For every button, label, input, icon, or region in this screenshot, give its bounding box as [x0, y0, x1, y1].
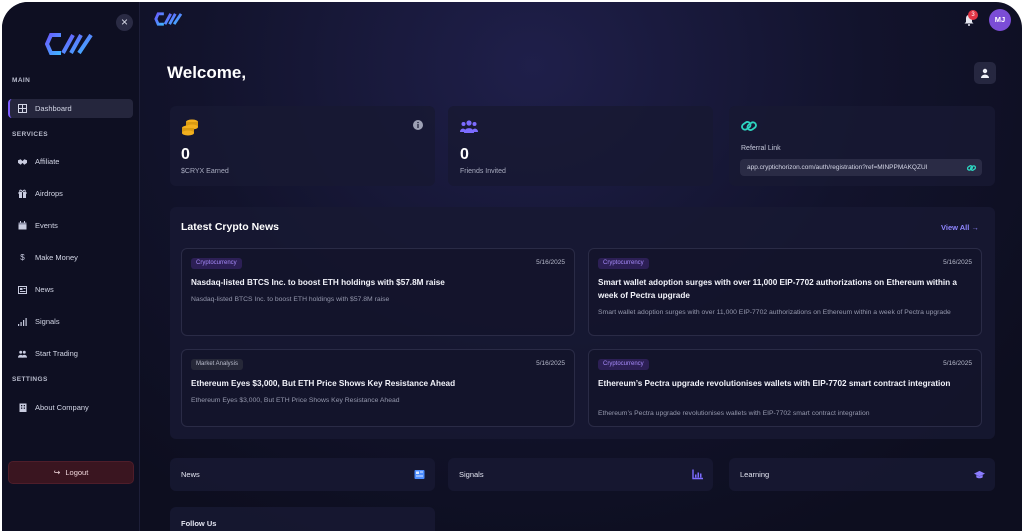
sidebar-item-label: Affiliate — [35, 157, 60, 166]
news-tag: Cryptocurrency — [191, 258, 242, 269]
sidebar-item-label: Airdrops — [35, 189, 63, 198]
follow-us-card: Follow Us — [170, 507, 435, 531]
handshake-icon — [18, 157, 27, 166]
sidebar-item-about-company[interactable]: About Company — [8, 398, 133, 417]
graduation-cap-icon — [974, 470, 985, 479]
referral-link-text: app.cryptichorizon.com/auth/registration… — [747, 164, 928, 171]
avatar[interactable]: MJ — [989, 9, 1011, 31]
referral-link-field[interactable]: app.cryptichorizon.com/auth/registration… — [740, 159, 982, 176]
notification-badge: 3 — [968, 10, 978, 20]
chart-icon — [692, 469, 703, 480]
sidebar-item-airdrops[interactable]: Airdrops — [8, 184, 133, 203]
app-window: × MAIN Dashboard SERVICES Affiliate Aird… — [2, 2, 1022, 531]
header-logo-icon — [154, 12, 183, 26]
news-title: Smart wallet adoption surges with over 1… — [598, 278, 957, 300]
close-sidebar-button[interactable]: × — [116, 14, 133, 31]
news-card[interactable]: Cryptocurrency 5/16/2025 Nasdaq-listed B… — [181, 248, 575, 336]
news-title: Ethereum Eyes $3,000, But ETH Price Show… — [191, 379, 456, 388]
sidebar-item-label: News — [35, 285, 54, 294]
quick-link-news[interactable]: News — [170, 458, 435, 491]
section-services-label: SERVICES — [12, 131, 48, 138]
coins-icon — [182, 119, 198, 136]
newspaper-icon — [18, 285, 27, 294]
sidebar-item-start-trading[interactable]: Start Trading — [8, 344, 133, 363]
logout-button[interactable]: ↪ Logout — [8, 461, 134, 484]
profile-button[interactable] — [974, 62, 996, 84]
news-date: 5/16/2025 — [536, 259, 565, 266]
sidebar-item-label: Dashboard — [35, 104, 72, 113]
news-description: Smart wallet adoption surges with over 1… — [598, 309, 951, 316]
logout-icon: ↪ — [53, 468, 61, 477]
copy-link-icon[interactable] — [967, 164, 976, 172]
news-title: Ethereum’s Pectra upgrade revolutionises… — [598, 379, 951, 388]
sidebar-item-label: About Company — [35, 403, 89, 412]
brand-logo-icon — [45, 33, 93, 55]
users-icon — [460, 120, 478, 133]
quick-link-label: Signals — [459, 470, 484, 479]
link-icon — [741, 121, 757, 131]
news-tag: Cryptocurrency — [598, 258, 649, 269]
sidebar-item-make-money[interactable]: $ Make Money — [8, 248, 133, 267]
news-description: Ethereum’s Pectra upgrade revolutionises… — [598, 410, 870, 417]
friends-value: 0 — [460, 146, 469, 163]
quick-link-label: News — [181, 470, 200, 479]
news-section-title: Latest Crypto News — [181, 221, 280, 233]
section-main-label: MAIN — [12, 77, 31, 84]
news-date: 5/16/2025 — [943, 360, 972, 367]
quick-link-label: Learning — [740, 470, 770, 479]
earned-value: 0 — [181, 146, 190, 163]
news-title: Nasdaq-listed BTCS Inc. to boost ETH hol… — [191, 278, 445, 287]
building-icon — [18, 403, 27, 412]
earned-label: $CRYX Earned — [181, 168, 229, 175]
grid-icon — [18, 104, 27, 113]
news-date: 5/16/2025 — [536, 360, 565, 367]
section-settings-label: SETTINGS — [12, 376, 48, 383]
sidebar-item-label: Events — [35, 221, 58, 230]
dollar-icon: $ — [20, 253, 25, 262]
news-tag: Market Analysis — [191, 359, 244, 370]
quick-link-learning[interactable]: Learning — [729, 458, 995, 491]
users-icon — [18, 349, 27, 358]
news-tag: Cryptocurrency — [598, 359, 649, 370]
sidebar-item-label: Start Trading — [35, 349, 78, 358]
newspaper-icon — [414, 470, 425, 479]
news-card[interactable]: Market Analysis 5/16/2025 Ethereum Eyes … — [181, 349, 575, 427]
sidebar-item-signals[interactable]: Signals — [8, 312, 133, 331]
news-description: Ethereum Eyes $3,000, But ETH Price Show… — [191, 397, 400, 404]
page-title: Welcome, — [167, 63, 247, 82]
signal-bars-icon — [18, 317, 27, 326]
sidebar-item-label: Signals — [35, 317, 60, 326]
news-card[interactable]: Cryptocurrency 5/16/2025 Ethereum’s Pect… — [588, 349, 982, 427]
view-all-link[interactable]: View All → — [941, 223, 979, 232]
gift-icon — [18, 189, 27, 198]
sidebar-item-affiliate[interactable]: Affiliate — [8, 152, 133, 171]
friends-card: 0 Friends Invited — [448, 106, 713, 186]
logout-label: Logout — [65, 468, 89, 477]
calendar-icon — [18, 221, 27, 230]
earned-card: 0 $CRYX Earned — [170, 106, 435, 186]
sidebar: × MAIN Dashboard SERVICES Affiliate Aird… — [2, 2, 140, 531]
sidebar-item-dashboard[interactable]: Dashboard — [8, 99, 133, 118]
friends-label: Friends Invited — [460, 168, 506, 175]
sidebar-item-news[interactable]: News — [8, 280, 133, 299]
referral-label: Referral Link — [741, 145, 781, 152]
news-card[interactable]: Cryptocurrency 5/16/2025 Smart wallet ad… — [588, 248, 982, 336]
user-icon — [981, 68, 989, 78]
sidebar-item-label: Make Money — [35, 253, 78, 262]
sidebar-item-events[interactable]: Events — [8, 216, 133, 235]
info-icon[interactable] — [413, 120, 423, 130]
news-date: 5/16/2025 — [943, 259, 972, 266]
quick-link-signals[interactable]: Signals — [448, 458, 713, 491]
follow-us-title: Follow Us — [181, 519, 217, 528]
news-description: Nasdaq-listed BTCS Inc. to boost ETH hol… — [191, 296, 390, 303]
